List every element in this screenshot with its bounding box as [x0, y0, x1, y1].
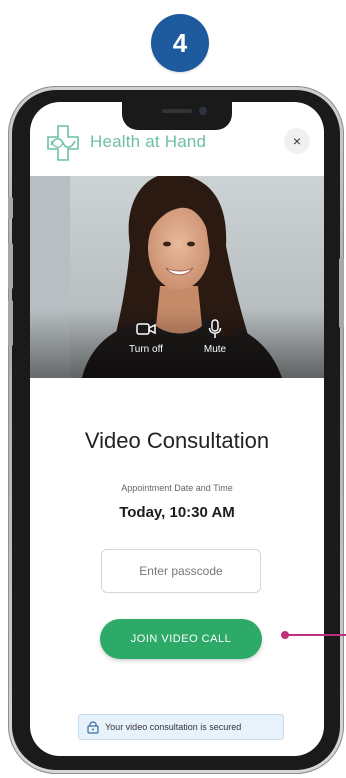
stage: 4 Health at Hand × Turn off Mute Video C… — [0, 0, 346, 778]
screen-content: Video Consultation Appointment Date and … — [30, 0, 324, 778]
phone-silent-switch — [8, 197, 13, 219]
phone-power-button — [339, 258, 344, 328]
callout-line — [284, 634, 346, 636]
appointment-time: Today, 10:30 AM — [119, 504, 235, 521]
security-notice-text: Your video consultation is secured — [105, 722, 242, 732]
join-video-call-button[interactable]: JOIN VIDEO CALL — [100, 619, 262, 659]
callout-dot — [281, 631, 289, 639]
lock-icon — [87, 721, 99, 734]
page-title: Video Consultation — [84, 428, 270, 453]
passcode-input[interactable] — [101, 549, 261, 593]
appointment-label: Appointment Date and Time — [121, 483, 233, 493]
security-notice: Your video consultation is secured — [78, 714, 284, 740]
phone-volume-up-button — [8, 243, 13, 289]
phone-volume-down-button — [8, 300, 13, 346]
